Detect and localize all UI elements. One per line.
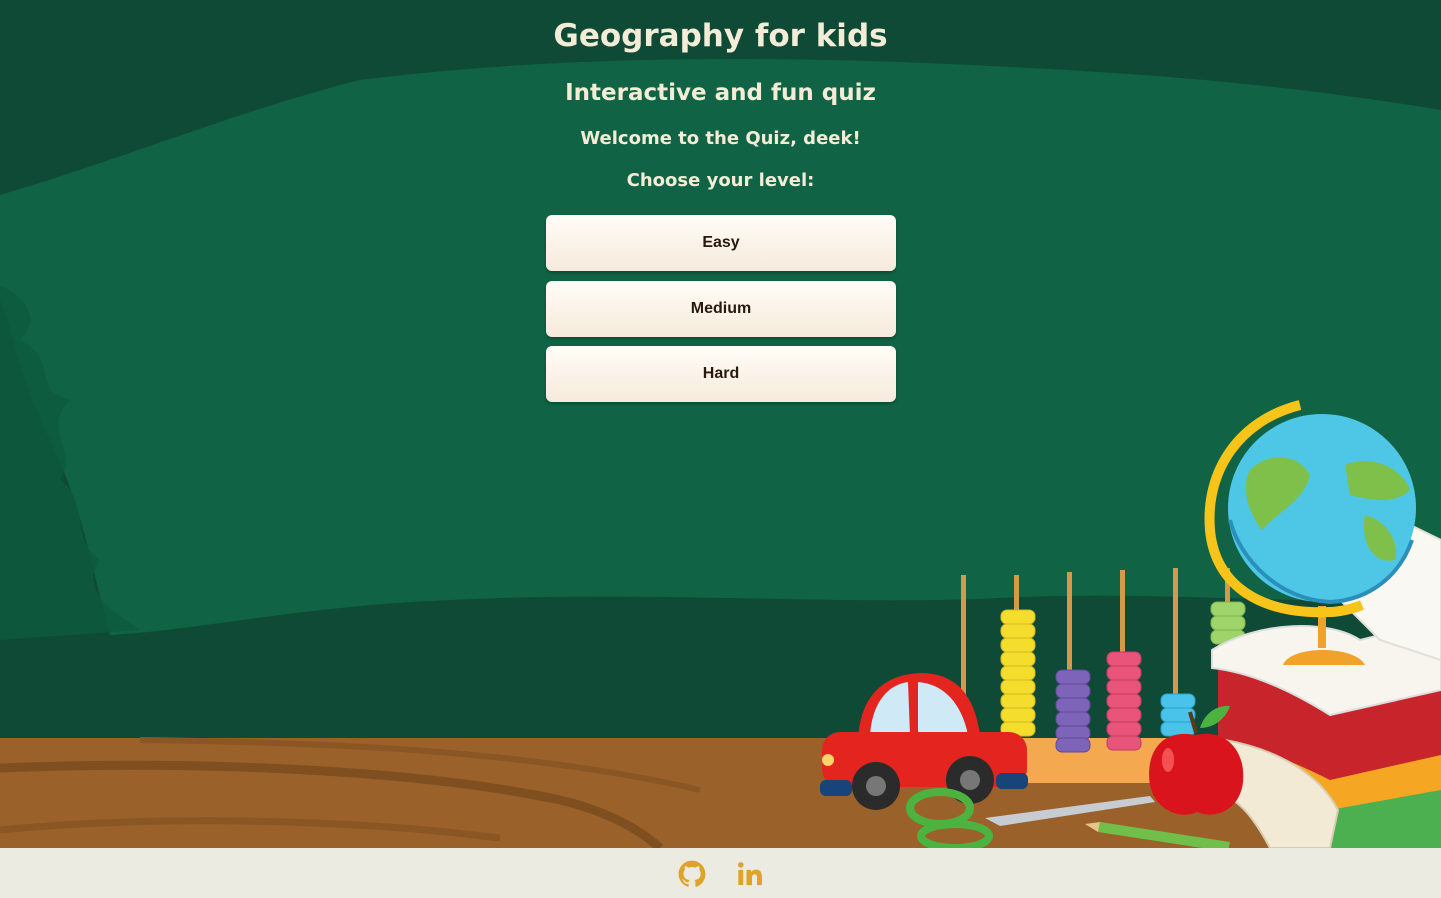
footer <box>0 848 1441 898</box>
hard-level-button[interactable]: Hard <box>546 346 896 402</box>
welcome-message: Welcome to the Quiz, deek! <box>580 128 861 149</box>
easy-level-button[interactable]: Easy <box>546 215 896 271</box>
github-icon[interactable] <box>678 860 706 888</box>
page-title: Geography for kids <box>553 18 888 54</box>
medium-level-button[interactable]: Medium <box>546 281 896 337</box>
quiz-page: Geography for kids Interactive and fun q… <box>0 0 1441 898</box>
choose-level-prompt: Choose your level: <box>626 170 815 191</box>
page-subtitle: Interactive and fun quiz <box>565 80 876 106</box>
linkedin-icon[interactable] <box>736 860 764 888</box>
